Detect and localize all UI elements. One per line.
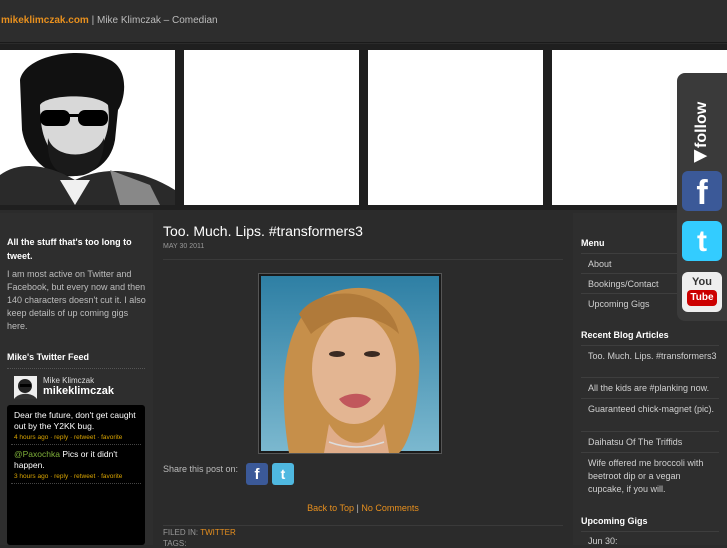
tweet: @Paxochka Pics or it didn't happen. 3 ho… — [14, 449, 138, 482]
tweet-mention[interactable]: @Paxochka — [14, 449, 60, 459]
divider — [11, 483, 141, 484]
facebook-share-icon[interactable]: f — [246, 463, 268, 485]
recent-article[interactable]: Too. Much. Lips. #transformers3 — [581, 345, 719, 378]
arrow-icon: ◀ — [693, 148, 710, 167]
banner — [0, 44, 727, 210]
post-image — [258, 273, 442, 454]
banner-panel — [184, 50, 359, 205]
twitter-share-icon[interactable]: t — [272, 463, 294, 485]
tweet-meta[interactable]: 3 hours ago · reply · retweet · favorite — [14, 471, 138, 482]
tags-label: TAGS: — [163, 539, 187, 548]
follow-me-bar: ◀follow me f t You Tube — [677, 73, 727, 321]
divider — [11, 444, 141, 445]
share-label: Share this post on: — [163, 464, 239, 474]
recent-article[interactable]: Daihatsu Of The Triffids — [581, 431, 719, 453]
recent-article[interactable]: Guaranteed chick-magnet (pic). — [581, 398, 719, 432]
twitter-widget: Dear the future, don't get caught out by… — [7, 405, 145, 545]
comedian-portrait — [0, 50, 175, 205]
intro-title: All the stuff that's too long to tweet. — [7, 237, 132, 261]
back-to-top-link[interactable]: Back to Top — [307, 503, 354, 513]
upcoming-gigs-title: Upcoming Gigs — [581, 516, 648, 526]
post-title[interactable]: Too. Much. Lips. #transformers3 — [163, 223, 363, 239]
post-footer-links: Back to Top | No Comments — [307, 503, 419, 513]
post-date: MAY 30 2011 — [163, 243, 205, 250]
profile-handle[interactable]: mikeklimczak — [43, 385, 114, 397]
site-link[interactable]: mikeklimczak.com — [1, 15, 89, 26]
site-title: mikeklimczak.com | Mike Klimczak – Comed… — [1, 15, 218, 26]
avatar[interactable] — [14, 376, 37, 399]
tweet-meta[interactable]: 4 hours ago · reply · retweet · favorite — [14, 432, 138, 443]
youtube-icon[interactable]: You Tube — [682, 272, 722, 312]
follow-me-label: ◀follow me — [693, 101, 710, 167]
twitter-feed-title: Mike's Twitter Feed — [7, 352, 89, 362]
divider — [163, 259, 563, 260]
profile-name: Mike Klimczak — [43, 376, 95, 385]
main-content: Too. Much. Lips. #transformers3 MAY 30 2… — [156, 213, 570, 548]
recent-article[interactable]: All the kids are #planking now. — [581, 377, 719, 399]
recent-articles-title: Recent Blog Articles — [581, 330, 669, 340]
recent-article[interactable]: Wife offered me broccoli with beetroot d… — [581, 452, 719, 499]
facebook-icon[interactable]: f — [682, 171, 722, 212]
site-tagline: Mike Klimczak – Comedian — [96, 15, 218, 26]
menu-title: Menu — [581, 238, 605, 248]
site-header: mikeklimczak.com | Mike Klimczak – Comed… — [0, 0, 727, 43]
tweet: Dear the future, don't get caught out by… — [14, 410, 138, 443]
divider — [163, 525, 563, 526]
divider — [7, 368, 145, 369]
no-comments-link[interactable]: No Comments — [361, 503, 419, 513]
twitter-icon[interactable]: t — [682, 221, 722, 261]
gig-item: Jun 30: — [581, 531, 719, 546]
intro-text: I am most active on Twitter and Facebook… — [7, 269, 146, 331]
filed-in: FILED IN: TWITTER — [163, 528, 236, 537]
tweet-text: Dear the future, don't get caught out by… — [14, 410, 136, 431]
banner-panel — [368, 50, 543, 205]
category-link[interactable]: TWITTER — [200, 528, 236, 537]
